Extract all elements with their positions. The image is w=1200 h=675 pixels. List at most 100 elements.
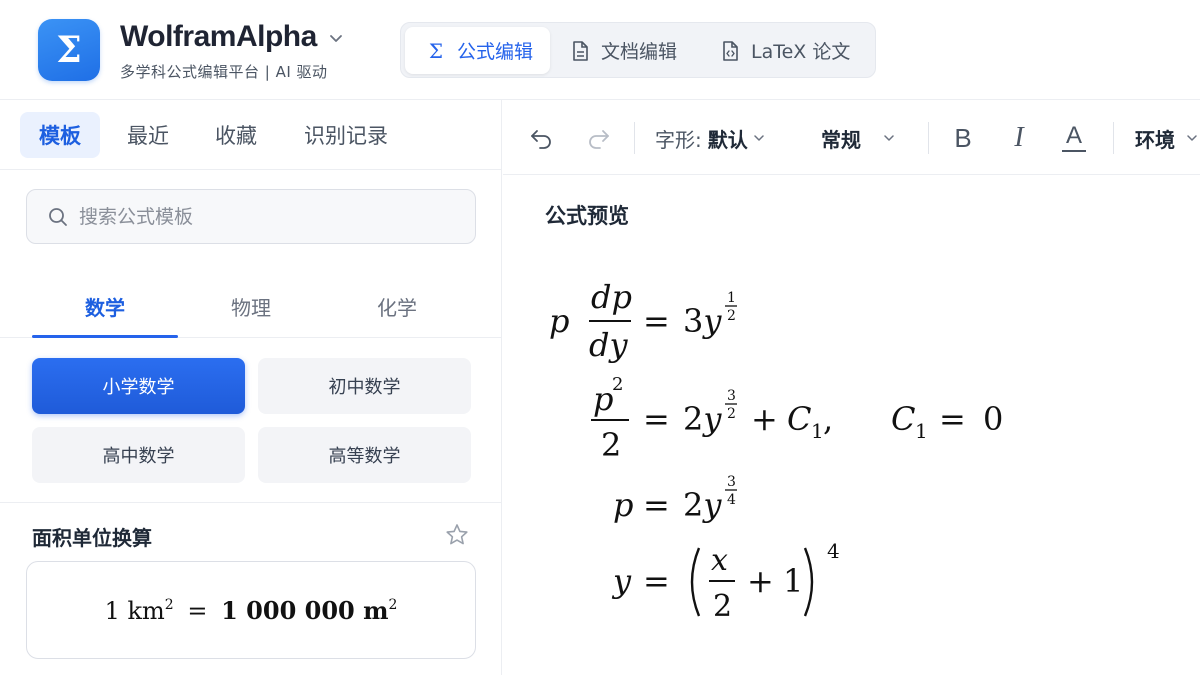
svg-text:2y: 2y	[683, 400, 722, 438]
bold-icon: B	[954, 122, 972, 153]
svg-text:=: =	[643, 562, 670, 600]
svg-text:=: =	[643, 486, 670, 524]
sidebar-tab-favorites[interactable]: 收藏	[206, 112, 266, 158]
star-icon[interactable]	[444, 522, 470, 548]
svg-text:1: 1	[915, 419, 928, 443]
svg-text:1: 1	[783, 562, 803, 600]
svg-text:+: +	[751, 400, 778, 438]
bold-button[interactable]: B	[947, 118, 979, 158]
svg-text:=: =	[939, 400, 966, 438]
font-style-label: 字形:	[655, 127, 702, 152]
undo-icon	[531, 130, 551, 149]
sidebar-tab-templates[interactable]: 模板	[20, 112, 100, 158]
svg-text:2y: 2y	[683, 486, 722, 524]
toolbar-divider	[634, 122, 635, 154]
svg-text:2: 2	[612, 374, 623, 395]
sigma-icon: Σ	[428, 38, 444, 63]
mode-tabs: Σ 公式编辑 文档编辑 LaTeX 论文	[400, 22, 876, 78]
svg-text:p: p	[613, 486, 633, 524]
template-card-title: 面积单位换算	[32, 526, 152, 550]
logo-sigma-glyph: Σ	[56, 29, 82, 71]
search-input[interactable]	[79, 205, 459, 228]
svg-text:p: p	[593, 380, 613, 418]
tab-latex-paper[interactable]: LaTeX 论文	[719, 27, 869, 74]
svg-text:3y: 3y	[683, 302, 722, 340]
svg-text:2: 2	[727, 308, 736, 324]
redo-icon	[589, 130, 609, 149]
toolbar-divider	[928, 122, 929, 154]
sidebar-tab-recognition-history[interactable]: 识别记录	[296, 112, 396, 158]
svg-text:C: C	[891, 400, 915, 438]
subject-tabs: 数学 物理 化学	[0, 275, 501, 338]
template-sidebar: 模板 最近 收藏 识别记录 数学 物理 化学 小学数学 初中数学 高中数学 高等…	[0, 100, 502, 675]
svg-text:dy: dy	[589, 326, 628, 364]
svg-text:,: ,	[823, 400, 833, 438]
formula-line-4: y = x 2 + 1 4	[611, 539, 840, 624]
grade-senior-math[interactable]: 高中数学	[32, 427, 245, 483]
svg-text:1: 1	[811, 419, 824, 443]
font-style-dropdown[interactable]: 字形: 默认	[655, 118, 766, 158]
chevron-down-icon[interactable]	[328, 30, 344, 46]
svg-text:+: +	[747, 562, 774, 600]
svg-text:x: x	[711, 543, 728, 578]
svg-text:2: 2	[727, 406, 736, 422]
tab-label: 文档编辑	[601, 41, 678, 63]
environment-dropdown[interactable]: 环境	[1135, 118, 1199, 158]
template-search[interactable]	[26, 189, 476, 244]
subject-tab-math[interactable]: 数学	[32, 275, 178, 338]
chevron-down-icon	[884, 135, 894, 141]
editor-panel: 字形: 默认 常规 B I A 环境 公式预览 p dp dy = 3y 1 2…	[503, 100, 1200, 675]
text-color-underline	[1062, 150, 1086, 152]
redo-button[interactable]	[581, 118, 617, 158]
search-icon	[49, 207, 67, 226]
tab-label: LaTeX 论文	[751, 41, 851, 63]
sidebar-tab-recent[interactable]: 最近	[118, 112, 178, 158]
grade-primary-math[interactable]: 小学数学	[32, 358, 245, 414]
chevron-down-icon	[754, 135, 764, 141]
formula-preview: p dp dy = 3y 1 2 p 2 2 = 2y 3 2 + C 1 , …	[543, 270, 1163, 630]
svg-text:2: 2	[713, 589, 732, 624]
text-color-button[interactable]: A	[1058, 118, 1090, 158]
svg-text:4: 4	[727, 492, 736, 508]
italic-button[interactable]: I	[1003, 118, 1035, 158]
divider	[0, 502, 501, 503]
brand-name[interactable]: WolframAlpha	[120, 20, 317, 54]
font-style-value: 默认	[707, 127, 748, 152]
toolbar-divider	[1113, 122, 1114, 154]
undo-button[interactable]	[523, 118, 559, 158]
font-weight-dropdown[interactable]: 常规	[821, 118, 897, 158]
font-weight-value: 常规	[821, 127, 861, 152]
subject-tab-physics[interactable]: 物理	[178, 275, 324, 337]
svg-text:0: 0	[983, 400, 1003, 438]
tab-formula-edit[interactable]: Σ 公式编辑	[405, 27, 550, 74]
chevron-down-icon	[1187, 135, 1197, 141]
svg-text:2: 2	[601, 426, 621, 464]
svg-text:y: y	[611, 562, 632, 600]
environment-label: 环境	[1135, 127, 1175, 152]
svg-text:=: =	[643, 302, 670, 340]
tab-label: 公式编辑	[457, 41, 534, 63]
subject-tab-chemistry[interactable]: 化学	[324, 275, 470, 337]
template-card[interactable]: 1 km2 = 1 000 000 m2	[26, 561, 476, 659]
brand-subtitle: 多学科公式编辑平台 | AI 驱动	[120, 63, 328, 81]
svg-text:C: C	[787, 400, 811, 438]
italic-icon: I	[1014, 122, 1024, 153]
svg-text:3: 3	[727, 474, 736, 490]
template-formula: 1 km2 = 1 000 000 m2	[104, 595, 398, 625]
svg-text:=: =	[643, 400, 670, 438]
svg-text:4: 4	[827, 539, 840, 563]
grade-junior-math[interactable]: 初中数学	[258, 358, 471, 414]
svg-text:3: 3	[727, 388, 736, 404]
svg-text:dp: dp	[591, 278, 632, 316]
code-file-icon	[719, 40, 741, 62]
editor-toolbar: 字形: 默认 常规 B I A 环境	[503, 100, 1200, 175]
tab-document-edit[interactable]: 文档编辑	[569, 27, 699, 74]
svg-text:1: 1	[727, 290, 736, 306]
text-color-icon: A	[1065, 122, 1082, 149]
preview-title: 公式预览	[545, 204, 629, 228]
app-header: Σ WolframAlpha 多学科公式编辑平台 | AI 驱动 Σ 公式编辑 …	[0, 0, 1200, 100]
sidebar-tabs: 模板 最近 收藏 识别记录	[0, 100, 501, 170]
svg-text:p: p	[549, 302, 569, 340]
app-logo[interactable]: Σ	[38, 19, 100, 81]
grade-advanced-math[interactable]: 高等数学	[258, 427, 471, 483]
